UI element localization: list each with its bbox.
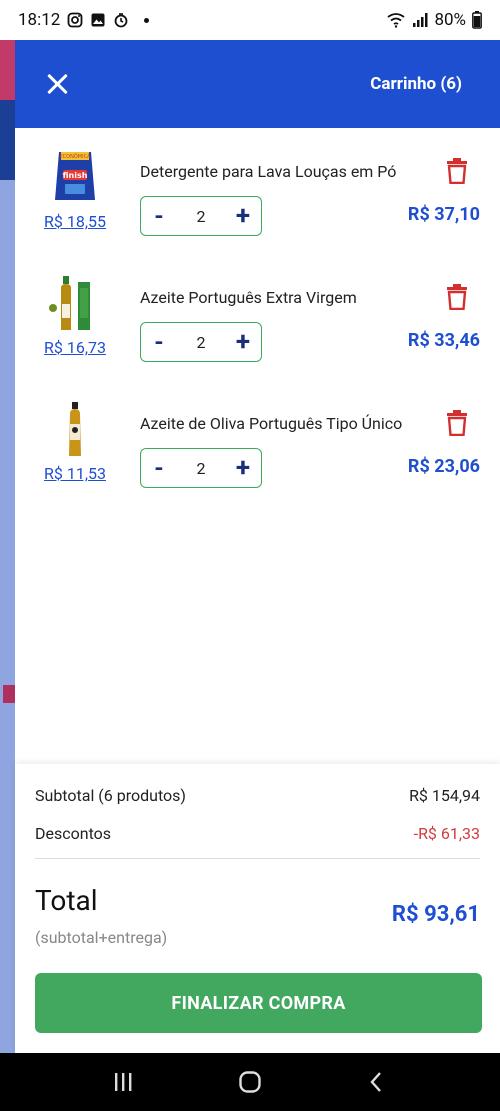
olive-oil-bottle-icon xyxy=(49,276,90,330)
total-value: R$ 93,61 xyxy=(391,902,480,927)
recent-apps-icon[interactable] xyxy=(111,1070,135,1094)
status-bar: 18:12 80% xyxy=(0,0,500,40)
cart-header: Carrinho (6) xyxy=(15,40,500,128)
battery-icon xyxy=(472,11,482,29)
battery-percent: 80% xyxy=(434,10,466,30)
instagram-icon xyxy=(67,12,83,28)
order-summary: Subtotal (6 produtos) R$ 154,94 Desconto… xyxy=(15,764,500,1053)
total-label: Total xyxy=(35,884,98,917)
cart-item: ECONÔMICA finish R$ 18,55 Detergente par… xyxy=(15,140,500,266)
notification-dot-icon xyxy=(144,17,150,23)
cart-items-list: ECONÔMICA finish R$ 18,55 Detergente par… xyxy=(15,140,500,518)
discount-value: -R$ 61,33 xyxy=(413,824,480,843)
close-icon[interactable] xyxy=(45,71,71,97)
gallery-icon xyxy=(91,13,105,27)
subtotal-label: Subtotal (6 produtos) xyxy=(35,786,186,805)
item-total-price: R$ 33,46 xyxy=(407,330,480,351)
discount-row: Descontos -R$ 61,33 xyxy=(35,824,480,843)
quantity-value: 2 xyxy=(196,206,206,226)
item-total-price: R$ 23,06 xyxy=(407,456,480,477)
unit-price-link[interactable]: R$ 16,73 xyxy=(35,338,115,357)
cart-drawer: Carrinho (6) ECONÔMICA finish R$ 18,55 D… xyxy=(15,40,500,1053)
decrease-button[interactable]: - xyxy=(141,204,177,228)
quantity-stepper: - 2 + xyxy=(140,196,262,236)
increase-button[interactable]: + xyxy=(225,203,261,229)
trash-icon[interactable] xyxy=(445,284,469,310)
svg-text:finish: finish xyxy=(63,171,88,180)
timer-icon xyxy=(114,13,128,28)
home-icon[interactable] xyxy=(238,1070,262,1094)
decrease-button[interactable]: - xyxy=(141,456,177,480)
total-subtitle: (subtotal+entrega) xyxy=(35,928,168,947)
background-marker xyxy=(3,685,15,703)
subtotal-row: Subtotal (6 produtos) R$ 154,94 xyxy=(35,786,480,805)
background-header xyxy=(0,100,15,180)
signal-icon xyxy=(413,13,428,27)
quantity-stepper: - 2 + xyxy=(140,448,262,488)
checkout-button[interactable]: FINALIZAR COMPRA xyxy=(35,973,482,1033)
decrease-button[interactable]: - xyxy=(141,330,177,354)
quantity-value: 2 xyxy=(196,332,206,352)
increase-button[interactable]: + xyxy=(225,455,261,481)
svg-text:ECONÔMICA: ECONÔMICA xyxy=(60,153,92,160)
status-time: 18:12 xyxy=(18,10,61,30)
item-total-price: R$ 37,10 xyxy=(407,204,480,225)
back-icon[interactable] xyxy=(365,1070,389,1094)
system-nav-bar xyxy=(0,1053,500,1111)
subtotal-value: R$ 154,94 xyxy=(409,786,480,805)
wifi-icon xyxy=(387,13,405,28)
increase-button[interactable]: + xyxy=(225,329,261,355)
cart-title: Carrinho (6) xyxy=(370,74,462,94)
unit-price-link[interactable]: R$ 11,53 xyxy=(35,464,115,483)
detergent-package-icon: ECONÔMICA finish xyxy=(55,152,95,200)
trash-icon[interactable] xyxy=(445,410,469,436)
item-name: Azeite de Oliva Português Tipo Único xyxy=(140,414,403,433)
divider xyxy=(35,858,480,859)
olive-oil-bottle-icon xyxy=(69,402,81,456)
quantity-value: 2 xyxy=(196,458,206,478)
item-name: Azeite Português Extra Virgem xyxy=(140,288,357,307)
background-page-edge xyxy=(0,40,15,1053)
quantity-stepper: - 2 + xyxy=(140,322,262,362)
item-name: Detergente para Lava Louças em Pó xyxy=(140,162,397,181)
cart-item: R$ 11,53 Azeite de Oliva Português Tipo … xyxy=(15,392,500,518)
background-banner xyxy=(0,40,15,100)
unit-price-link[interactable]: R$ 18,55 xyxy=(35,212,115,231)
cart-item: R$ 16,73 Azeite Português Extra Virgem -… xyxy=(15,266,500,392)
discount-label: Descontos xyxy=(35,824,112,843)
trash-icon[interactable] xyxy=(445,158,469,184)
